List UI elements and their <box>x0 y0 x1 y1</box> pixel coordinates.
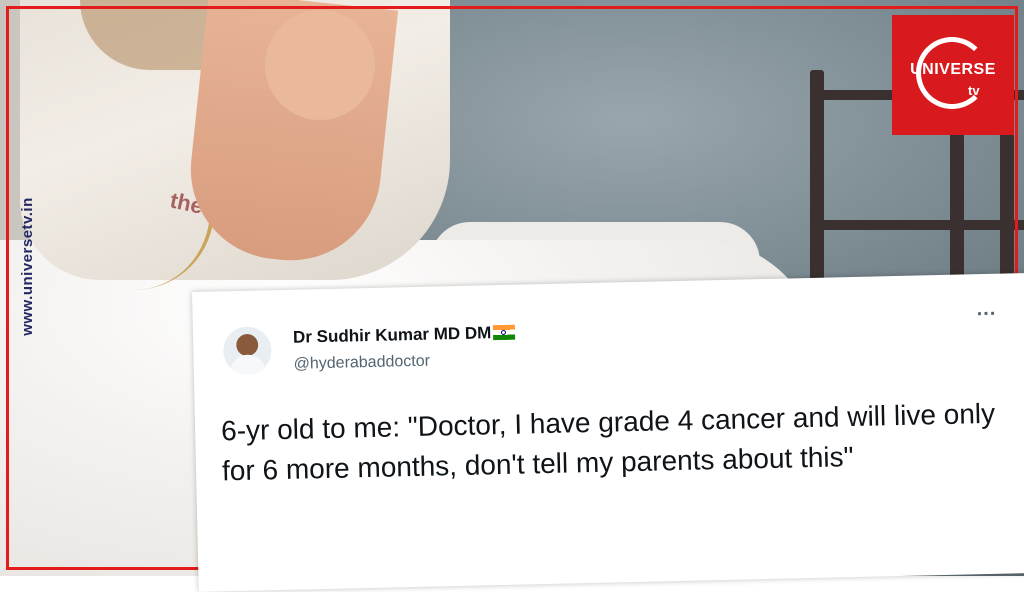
logo-suffix: tv <box>968 83 980 98</box>
tweet-text: 6-yr old to me: "Doctor, I have grade 4 … <box>220 397 996 487</box>
universe-tv-logo: UNIVERSE tv <box>892 15 1014 135</box>
author-handle[interactable]: @hyderabaddoctor <box>293 353 430 374</box>
author-avatar[interactable] <box>222 326 272 376</box>
logo-name: UNIVERSE <box>910 61 996 78</box>
avatar-coat <box>229 354 266 376</box>
tweet-card: Dr Sudhir Kumar MD DM @hyderabaddoctor .… <box>192 272 1024 592</box>
author-name[interactable]: Dr Sudhir Kumar MD DM <box>293 323 492 346</box>
india-flag-icon <box>493 324 516 341</box>
website-watermark: www.universetv.in <box>18 197 36 336</box>
author-name-row[interactable]: Dr Sudhir Kumar MD DM <box>293 323 516 348</box>
more-options-icon[interactable]: ... <box>976 298 996 321</box>
child-hand <box>265 10 375 120</box>
